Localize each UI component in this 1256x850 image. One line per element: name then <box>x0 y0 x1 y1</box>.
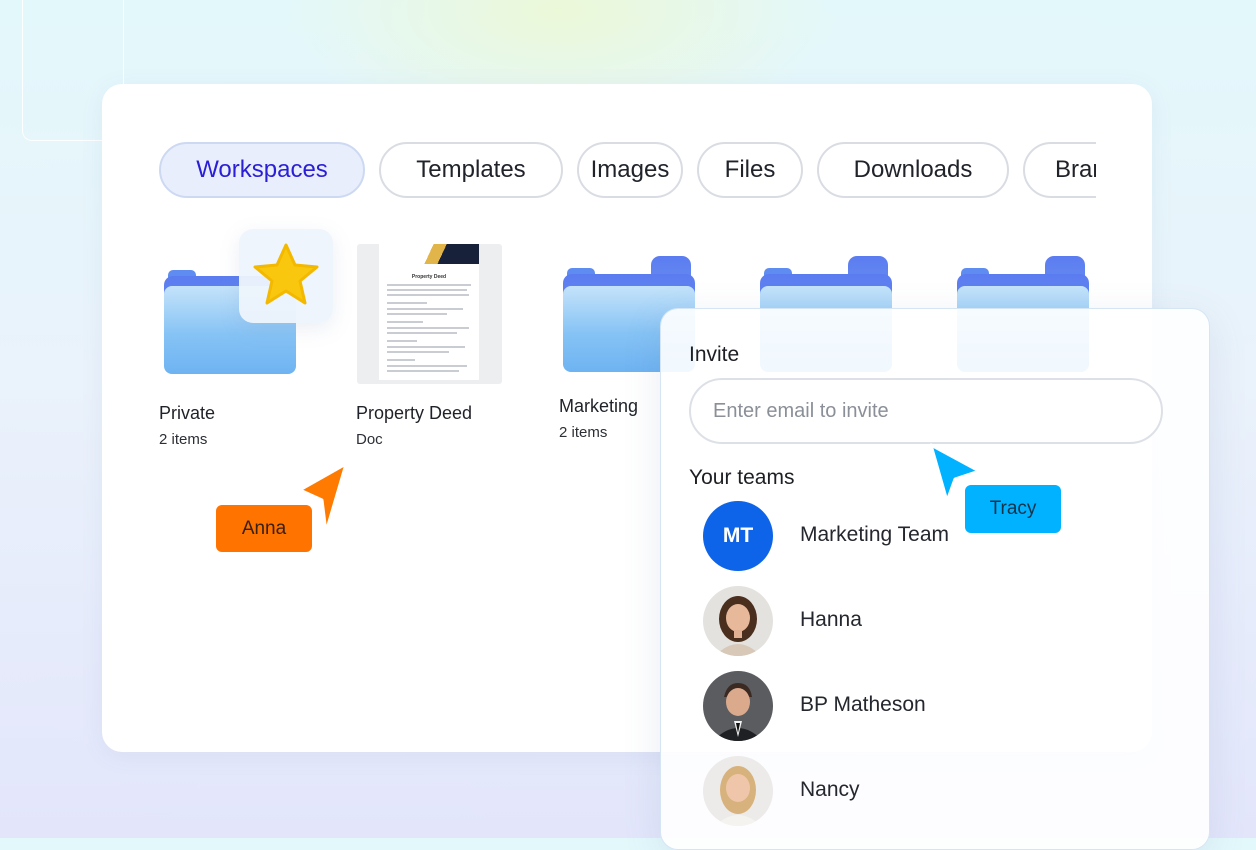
tab-templates[interactable]: Templates <box>379 142 563 198</box>
invite-panel: Invite Your teams MT Marketing Team Hann… <box>660 308 1210 850</box>
anna-cursor-label: Anna <box>216 505 312 552</box>
user-photo-icon <box>715 766 761 826</box>
tab-workspaces[interactable]: Workspaces <box>159 142 365 198</box>
tab-brand[interactable]: Brar <box>1023 142 1096 198</box>
member-name: Hanna <box>800 608 862 631</box>
avatar <box>703 756 773 826</box>
team-member-row[interactable]: BP Matheson <box>703 671 1123 743</box>
tab-files[interactable]: Files <box>697 142 803 198</box>
avatar-initials: MT <box>722 524 754 547</box>
document-page: Property Deed <box>379 244 479 380</box>
item-name-private[interactable]: Private <box>159 403 215 424</box>
team-member-row[interactable]: Hanna <box>703 586 1123 658</box>
member-name: BP Matheson <box>800 693 926 716</box>
avatar <box>703 586 773 656</box>
item-meta-marketing: 2 items <box>559 424 608 441</box>
favorite-badge[interactable] <box>239 229 333 323</box>
your-teams-title: Your teams <box>689 466 795 489</box>
tab-downloads[interactable]: Downloads <box>817 142 1009 198</box>
tab-images[interactable]: Images <box>577 142 683 198</box>
tracy-cursor-label: Tracy <box>965 485 1061 533</box>
item-meta-private: 2 items <box>159 431 208 448</box>
user-photo-icon <box>715 596 761 656</box>
item-name-property-deed[interactable]: Property Deed <box>356 403 472 424</box>
member-name: Marketing Team <box>800 523 950 546</box>
invite-title: Invite <box>689 343 740 366</box>
user-photo-icon <box>713 683 763 741</box>
avatar: MT <box>703 501 773 571</box>
document-title: Property Deed <box>411 274 447 280</box>
member-name: Nancy <box>800 778 860 801</box>
item-name-marketing[interactable]: Marketing <box>559 396 638 417</box>
star-icon <box>253 243 319 305</box>
item-meta-property-deed: Doc <box>356 431 383 448</box>
tab-bar: Workspaces Templates Images Files Downlo… <box>159 141 1096 201</box>
team-member-row[interactable]: Nancy <box>703 756 1123 828</box>
email-invite-input[interactable] <box>689 378 1163 444</box>
avatar <box>703 671 773 741</box>
document-thumbnail[interactable]: Property Deed <box>357 244 502 384</box>
